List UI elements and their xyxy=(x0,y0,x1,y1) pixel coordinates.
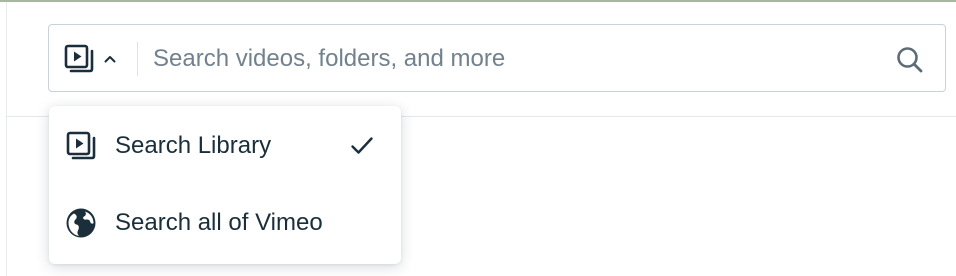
top-accent-line xyxy=(0,0,956,2)
menu-item-label: Search all of Vimeo xyxy=(115,209,323,236)
video-library-icon xyxy=(66,131,96,160)
search-scope-dropdown: Search Library Search all of Vimeo xyxy=(49,106,401,264)
search-input[interactable] xyxy=(153,39,873,79)
globe-icon xyxy=(66,208,96,238)
left-divider xyxy=(6,2,7,276)
search-bar-separator xyxy=(137,42,138,76)
search-icon[interactable] xyxy=(895,45,925,75)
search-bar xyxy=(48,24,946,92)
menu-item-label: Search Library xyxy=(115,132,272,159)
checkmark-icon xyxy=(351,137,373,154)
menu-item-search-library[interactable]: Search Library xyxy=(49,114,401,178)
chevron-up-icon xyxy=(104,56,116,63)
menu-item-search-all-vimeo[interactable]: Search all of Vimeo xyxy=(49,191,401,255)
search-scope-toggle[interactable] xyxy=(63,41,129,77)
video-library-icon xyxy=(64,44,94,73)
